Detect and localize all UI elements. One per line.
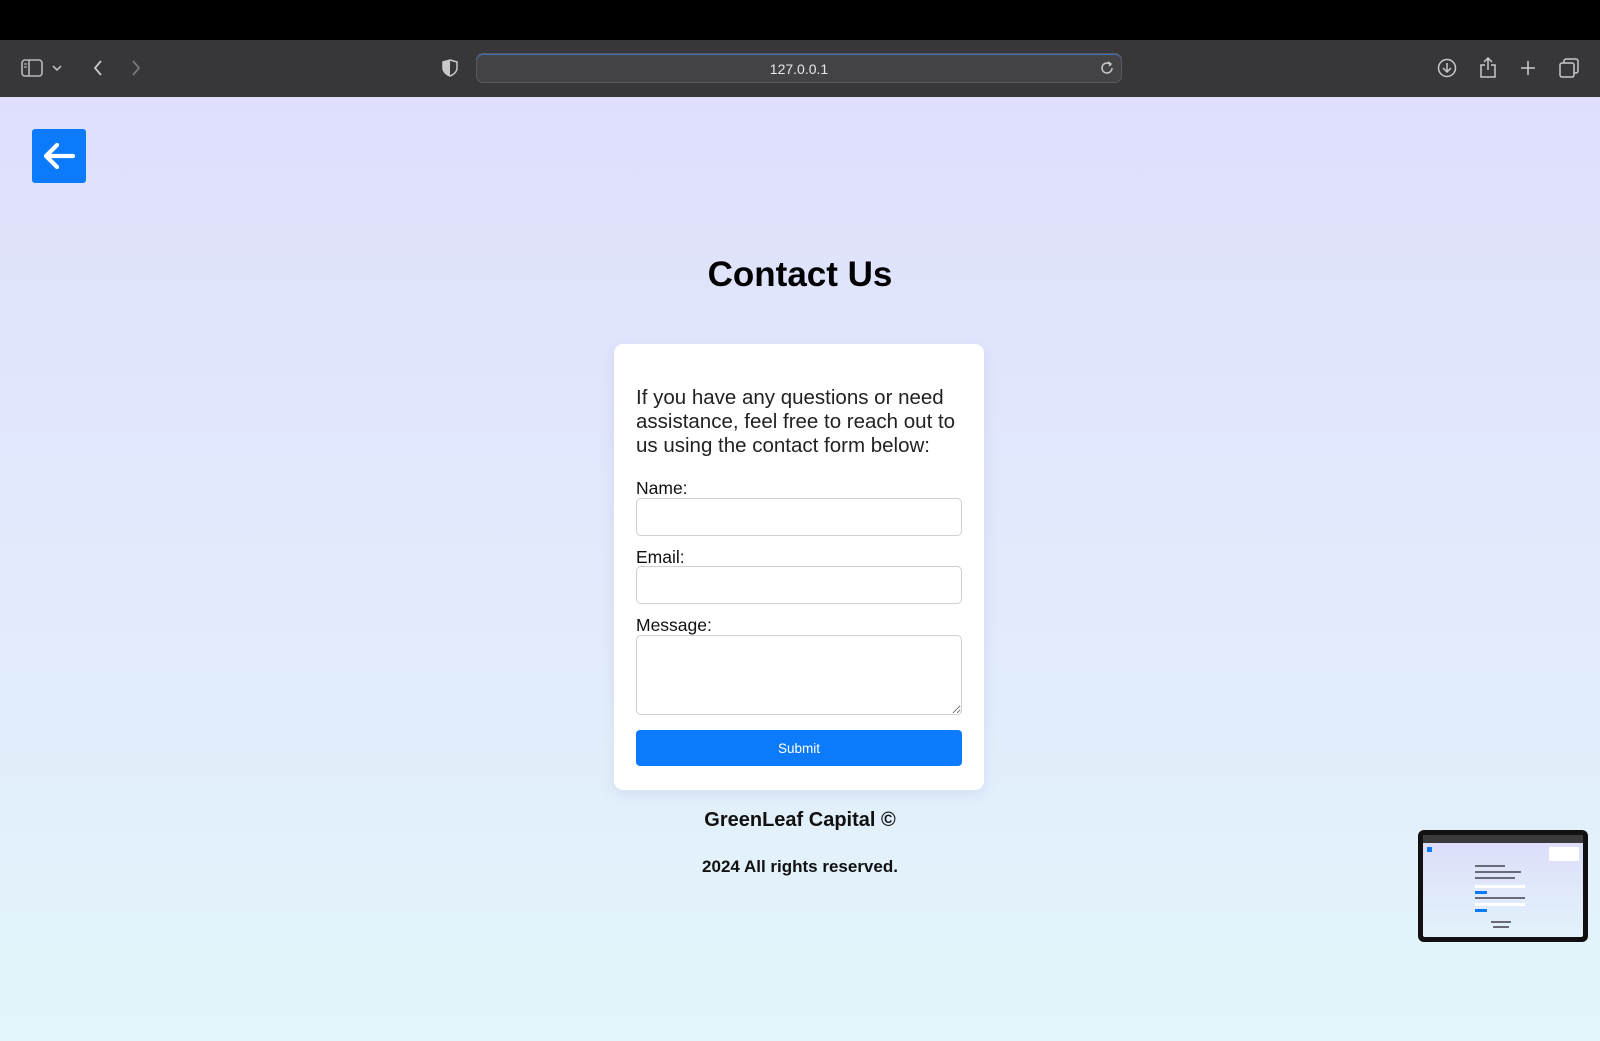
thumbnail-mark [1475,897,1525,899]
thumbnail-mark [1493,926,1509,928]
thumbnail-mark [1475,865,1505,867]
contact-form-card: If you have any questions or need assist… [614,344,984,790]
download-icon[interactable] [1433,54,1461,82]
page-content: Contact Us If you have any questions or … [0,97,1600,1041]
plus-icon[interactable] [1514,54,1542,82]
back-button[interactable] [32,129,86,183]
thumbnail-mark [1475,909,1487,912]
thumbnail-toolbar [1423,835,1583,843]
forward-icon[interactable] [122,54,150,82]
reload-icon[interactable] [1099,60,1115,81]
thumbnail-mark [1475,885,1525,888]
url-text: 127.0.0.1 [769,61,829,77]
thumbnail-screen [1423,835,1583,937]
footer-brand: GreenLeaf Capital © [704,809,896,831]
shield-icon[interactable] [436,54,464,82]
share-icon[interactable] [1474,54,1502,82]
name-label: Name: [636,478,688,498]
thumbnail-mark [1475,903,1525,906]
tabs-icon[interactable] [1555,54,1583,82]
chevron-down-icon[interactable] [48,54,66,82]
menu-bar [0,0,1600,40]
address-bar[interactable]: 127.0.0.1 [476,53,1122,83]
email-input[interactable] [636,566,962,604]
message-label: Message: [636,615,712,635]
thumbnail-mark [1475,877,1515,879]
back-icon[interactable] [84,54,112,82]
name-input[interactable] [636,498,962,536]
footer-rights: 2024 All rights reserved. [702,857,898,876]
email-label: Email: [636,547,685,567]
thumbnail-mark [1475,891,1487,894]
arrow-left-icon [42,142,76,170]
message-textarea[interactable] [636,635,962,715]
thumbnail-mark [1475,871,1521,873]
browser-toolbar: 127.0.0.1 [0,40,1600,98]
intro-text: If you have any questions or need assist… [636,386,956,457]
page-title: Contact Us [707,255,893,294]
thumbnail-mark [1427,847,1432,852]
thumbnail-mark [1491,921,1511,923]
sidebar-icon[interactable] [18,54,46,82]
submit-button[interactable]: Submit [636,730,962,766]
window-preview-thumbnail[interactable] [1418,830,1588,942]
thumbnail-mark [1549,847,1579,861]
